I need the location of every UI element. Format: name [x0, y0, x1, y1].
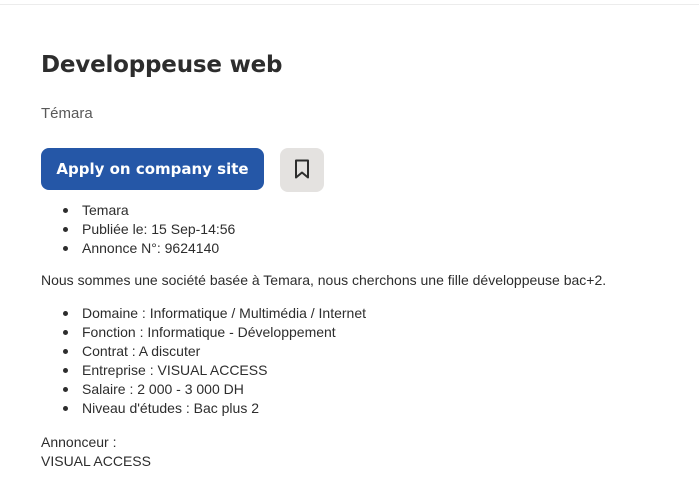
job-description: Nous sommes une société basée à Temara, …: [41, 272, 607, 288]
job-meta-list: Temara Publiée le: 15 Sep-14:56 Annonce …: [41, 201, 235, 258]
job-details-list: Domaine : Informatique / Multimédia / In…: [41, 304, 366, 418]
detail-contract: Contrat : A discuter: [41, 342, 366, 361]
top-divider: [0, 4, 699, 5]
detail-company: Entreprise : VISUAL ACCESS: [41, 361, 366, 380]
apply-on-company-site-button[interactable]: Apply on company site: [41, 148, 264, 190]
detail-education-level: Niveau d'études : Bac plus 2: [41, 399, 366, 418]
job-title: Developpeuse web: [41, 52, 283, 78]
save-job-button[interactable]: [280, 148, 324, 192]
advertiser-block: Annonceur : VISUAL ACCESS: [41, 433, 151, 471]
advertiser-name: VISUAL ACCESS: [41, 453, 151, 469]
detail-function: Fonction : Informatique - Développement: [41, 323, 366, 342]
detail-salary: Salaire : 2 000 - 3 000 DH: [41, 380, 366, 399]
detail-domain: Domaine : Informatique / Multimédia / In…: [41, 304, 366, 323]
job-location: Témara: [41, 105, 93, 122]
bookmark-icon: [294, 159, 310, 182]
advertiser-label: Annonceur :: [41, 434, 117, 450]
meta-published-date: Publiée le: 15 Sep-14:56: [41, 220, 235, 239]
meta-location: Temara: [41, 201, 235, 220]
meta-listing-number: Annonce N°: 9624140: [41, 239, 235, 258]
